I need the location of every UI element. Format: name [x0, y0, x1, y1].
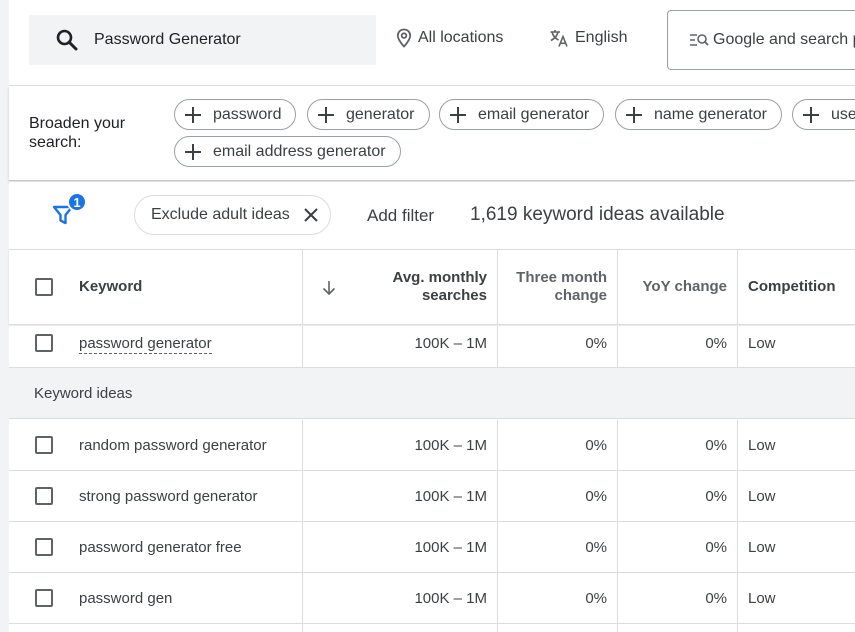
yoy-cell: 0%: [705, 590, 727, 607]
plus-icon: [185, 106, 201, 123]
competition-cell: Low: [748, 437, 776, 454]
avg-monthly-cell: 100K – 1M: [414, 437, 487, 454]
column-divider: [497, 250, 498, 325]
competition-cell: Low: [748, 590, 776, 607]
avg-monthly-cell: 100K – 1M: [414, 335, 487, 352]
row-checkbox[interactable]: [35, 436, 53, 454]
chip-label: name generator: [654, 105, 767, 123]
chip-label: password: [213, 105, 282, 123]
plus-icon: [185, 143, 201, 160]
keyword-cell[interactable]: random password generator: [79, 437, 267, 454]
plus-icon: [318, 106, 334, 123]
top-bar: Password Generator All locations English…: [9, 0, 855, 86]
avg-monthly-cell: 100K – 1M: [414, 539, 487, 556]
row-checkbox[interactable]: [35, 334, 53, 352]
three-month-cell: 0%: [585, 335, 607, 352]
keyword-cell[interactable]: password gen: [79, 590, 172, 607]
table-row[interactable]: strong password generator 100K – 1M 0% 0…: [9, 471, 855, 522]
location-selector[interactable]: All locations: [396, 28, 503, 48]
chip-label: email address generator: [213, 142, 386, 160]
three-month-cell: 0%: [585, 488, 607, 505]
yoy-cell: 0%: [705, 539, 727, 556]
search-icon: [56, 29, 78, 51]
location-pin-icon: [396, 28, 412, 48]
table-row[interactable]: password generator free 100K – 1M 0% 0% …: [9, 522, 855, 573]
search-query: Password Generator: [94, 31, 241, 48]
keyword-cell[interactable]: password generator: [79, 335, 212, 354]
column-divider: [737, 250, 738, 325]
chip-label: user: [831, 105, 855, 123]
avg-monthly-cell: 100K – 1M: [414, 590, 487, 607]
plus-icon: [803, 106, 819, 123]
broaden-label: Broaden your search:: [29, 115, 126, 151]
broaden-search-bar: Broaden your search: password generator …: [9, 86, 855, 181]
yoy-cell: 0%: [705, 335, 727, 352]
broaden-chip-name-generator[interactable]: name generator: [615, 99, 782, 130]
table-row-partial: [9, 624, 855, 632]
row-checkbox[interactable]: [35, 538, 53, 556]
competition-cell: Low: [748, 488, 776, 505]
chip-label: email generator: [478, 105, 590, 123]
row-checkbox[interactable]: [35, 487, 53, 505]
broaden-chip-email-address-generator[interactable]: email address generator: [174, 136, 401, 167]
table-row[interactable]: password generator 100K – 1M 0% 0% Low: [9, 326, 855, 368]
keyword-cell[interactable]: strong password generator: [79, 488, 257, 505]
location-label: All locations: [418, 29, 504, 46]
left-edge-strip: [0, 0, 9, 632]
table-row[interactable]: random password generator 100K – 1M 0% 0…: [9, 420, 855, 471]
add-filter-button[interactable]: Add filter: [367, 206, 434, 226]
table-header: Keyword Avg. monthly searches Three mont…: [9, 250, 855, 325]
header-yoy-change[interactable]: YoY change: [627, 278, 727, 296]
keyword-cell[interactable]: password generator free: [79, 539, 242, 556]
plus-icon: [450, 106, 466, 123]
row-checkbox[interactable]: [35, 589, 53, 607]
broaden-chip-user[interactable]: user: [792, 99, 855, 130]
select-all-checkbox[interactable]: [35, 278, 53, 296]
column-divider: [302, 250, 303, 325]
close-icon[interactable]: [303, 207, 319, 223]
header-keyword[interactable]: Keyword: [79, 278, 142, 296]
broaden-chip-generator[interactable]: generator: [307, 99, 430, 130]
language-selector[interactable]: English: [549, 28, 627, 48]
translate-icon: [550, 30, 568, 47]
plus-icon: [626, 106, 642, 123]
yoy-cell: 0%: [705, 437, 727, 454]
language-label: English: [575, 29, 628, 46]
three-month-cell: 0%: [585, 590, 607, 607]
keyword-ideas-count: 1,619 keyword ideas available: [470, 204, 725, 225]
chip-label: generator: [346, 105, 415, 123]
search-network-selector[interactable]: Google and search partners: [667, 10, 855, 70]
exclude-adult-ideas-chip[interactable]: Exclude adult ideas: [134, 195, 331, 235]
competition-cell: Low: [748, 335, 776, 352]
header-competition[interactable]: Competition: [748, 278, 836, 296]
competition-cell: Low: [748, 539, 776, 556]
network-label: Google and search partners: [713, 31, 855, 48]
filter-count-badge: 1: [67, 192, 87, 212]
table-row[interactable]: password gen 100K – 1M 0% 0% Low: [9, 573, 855, 624]
sort-arrow-down-icon[interactable]: [320, 279, 338, 297]
broaden-chip-email-generator[interactable]: email generator: [439, 99, 605, 130]
column-divider: [617, 250, 618, 325]
yoy-cell: 0%: [705, 488, 727, 505]
search-input[interactable]: Password Generator: [29, 15, 376, 65]
exclude-chip-label: Exclude adult ideas: [151, 206, 290, 223]
keyword-ideas-section-header: Keyword ideas: [9, 368, 855, 419]
header-three-month-change[interactable]: Three month change: [507, 269, 607, 305]
avg-monthly-cell: 100K – 1M: [414, 488, 487, 505]
network-list-search-icon: [690, 34, 709, 46]
three-month-cell: 0%: [585, 539, 607, 556]
broaden-chip-password[interactable]: password: [174, 99, 297, 130]
three-month-cell: 0%: [585, 437, 607, 454]
filter-bar: 1 Exclude adult ideas Add filter 1,619 k…: [9, 182, 855, 250]
section-label: Keyword ideas: [34, 385, 133, 402]
header-avg-monthly-searches[interactable]: Avg. monthly searches: [347, 269, 487, 305]
